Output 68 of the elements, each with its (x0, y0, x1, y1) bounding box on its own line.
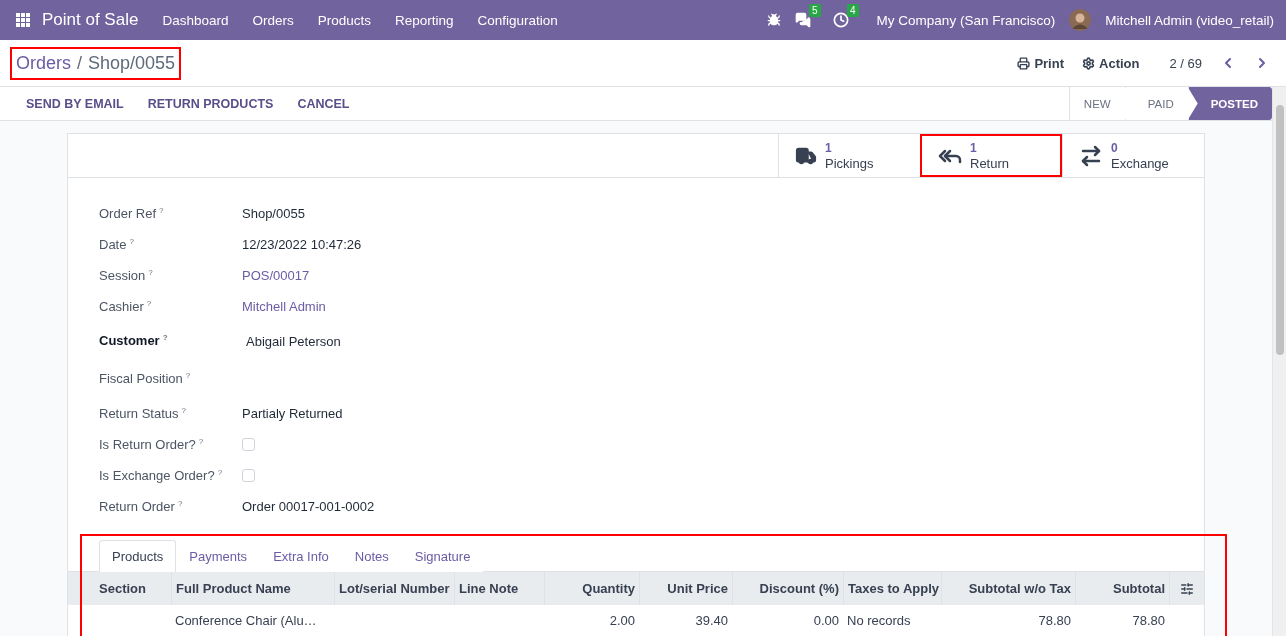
field-label: Return Order $^{?}$ (99, 498, 184, 515)
column-header[interactable]: Quantity (544, 572, 639, 605)
table-cell: 78.80 (941, 605, 1075, 636)
breadcrumb-separator: / (77, 52, 83, 74)
field-label: Is Exchange Order? $^{?}$ (99, 467, 224, 484)
company-name[interactable]: My Company (San Francisco) (876, 12, 1056, 28)
table-cell: Conference Chair (Alu… (171, 605, 334, 636)
field-label: Cashier $^{?}$ (99, 298, 153, 315)
field-value: Shop/0055 (242, 206, 305, 221)
column-header[interactable]: Section (68, 572, 171, 605)
menu-item[interactable]: Products (305, 12, 383, 28)
field-label: Order Ref $^{?}$ (99, 205, 165, 222)
clock-icon[interactable] (832, 12, 849, 28)
field-value: 12/23/2022 10:47:26 (242, 237, 362, 252)
field-value: Order 00017-001-0002 (242, 499, 375, 514)
column-header[interactable]: Unit Price (639, 572, 732, 605)
gear-icon (1082, 56, 1095, 70)
column-header[interactable]: Full Product Name (171, 572, 334, 605)
user-avatar[interactable] (1069, 9, 1092, 31)
field-label: Fiscal Position $^{?}$ (99, 371, 192, 387)
tab[interactable]: Products (99, 540, 177, 572)
chat-icon[interactable] (794, 12, 811, 28)
menu-item[interactable]: Configuration (465, 12, 570, 28)
header-button[interactable]: RETURN PRODUCTS (135, 96, 286, 111)
pager-value: 2 / 69 (1169, 55, 1202, 71)
checkbox[interactable] (242, 469, 255, 482)
column-header[interactable]: Subtotal (1075, 572, 1169, 605)
header-button[interactable]: CANCEL (285, 96, 362, 111)
exchange-arrows-icon (1079, 143, 1103, 168)
record-title: Shop/0055 (88, 52, 176, 74)
column-header[interactable]: Subtotal w/o Tax (941, 572, 1075, 605)
column-settings-icon[interactable] (1180, 581, 1194, 596)
breadcrumb-link[interactable]: Orders (16, 52, 71, 74)
column-header[interactable]: Taxes to Apply (843, 572, 941, 605)
table-cell: 78.80 (1075, 605, 1169, 636)
activity-count-badge: 4 (847, 4, 859, 17)
field-value: Partialy Returned (242, 406, 343, 421)
smart-button[interactable]: 1 Return (920, 134, 1062, 177)
header-button[interactable]: SEND BY EMAIL (14, 96, 136, 111)
message-count-badge: 5 (809, 4, 821, 17)
app-name[interactable]: Point of Sale (42, 10, 139, 30)
column-header[interactable]: Discount (%) (732, 572, 843, 605)
menu-item[interactable]: Orders (240, 12, 306, 28)
action-button[interactable]: Action (1082, 55, 1140, 71)
table-cell: No records (843, 605, 941, 636)
field-link[interactable]: Mitchell Admin (242, 299, 326, 314)
table-cell: 0.00 (732, 605, 843, 636)
column-header[interactable]: Lot/serial Number (334, 572, 454, 605)
table-cell: 2.00 (544, 605, 639, 636)
field-link[interactable]: POS/00017 (242, 268, 310, 283)
bug-icon[interactable] (766, 13, 781, 27)
field-label: Customer $^{?}$ (99, 333, 169, 349)
user-name[interactable]: Mitchell Admin (video_retail) (1105, 12, 1274, 28)
menu-item[interactable]: Reporting (383, 12, 466, 28)
menu-item[interactable]: Dashboard (150, 12, 241, 28)
field-label: Session $^{?}$ (99, 267, 154, 284)
scrollbar-thumb[interactable] (1275, 105, 1284, 355)
column-header[interactable]: Line Note (454, 572, 544, 605)
status-step[interactable]: POSTED (1187, 87, 1272, 120)
field-value: Abigail Peterson (245, 333, 341, 349)
printer-icon (1017, 56, 1031, 70)
field-label: Is Return Order? $^{?}$ (99, 436, 205, 453)
print-button[interactable]: Print (1017, 55, 1064, 71)
field-label: Return Status $^{?}$ (99, 405, 187, 422)
field-label: Date $^{?}$ (99, 236, 135, 253)
apps-grid-icon[interactable] (16, 13, 30, 27)
table-cell: 39.40 (639, 605, 732, 636)
checkbox[interactable] (242, 438, 255, 451)
